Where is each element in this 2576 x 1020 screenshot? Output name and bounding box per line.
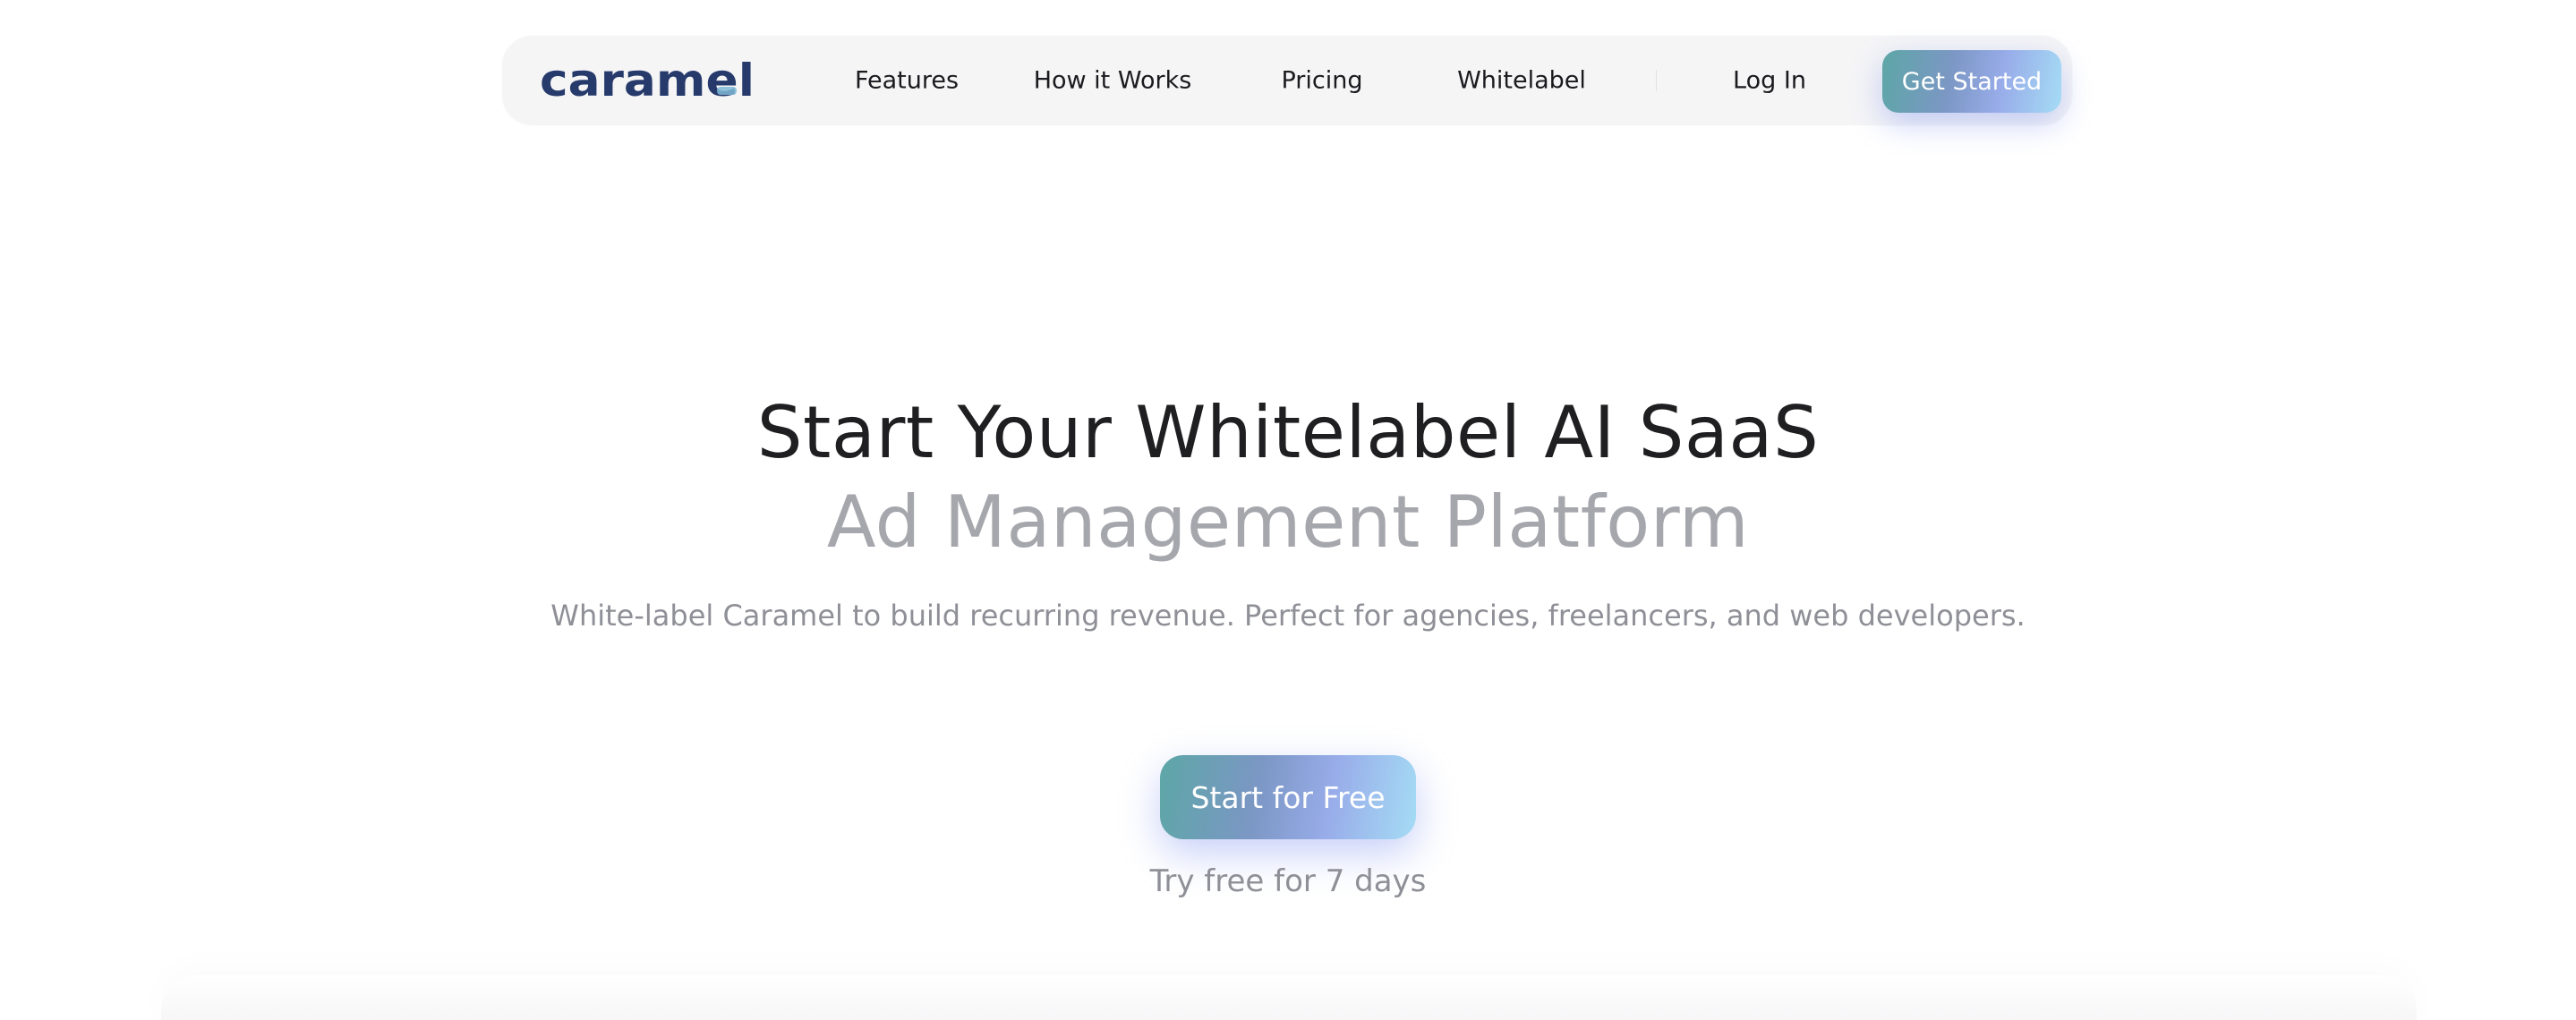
logo-wordmark: caramel [540, 59, 755, 104]
trial-note: Try free for 7 days [1149, 863, 1427, 899]
landing-page: caramel Features How it Works Pricing Wh… [0, 0, 2576, 1020]
nav-link-features[interactable]: Features [855, 67, 959, 95]
nav-link-how-it-works[interactable]: How it Works [1034, 67, 1192, 95]
nav-link-pricing[interactable]: Pricing [1281, 67, 1362, 95]
hero-subtitle: White-label Caramel to build recurring r… [550, 599, 2026, 633]
login-link[interactable]: Log In [1733, 67, 1806, 95]
top-navigation-bar: caramel Features How it Works Pricing Wh… [502, 36, 2072, 125]
hero-title-line-1: Start Your Whitelabel AI SaaS [756, 391, 1820, 474]
logo-accent-mark [717, 87, 737, 95]
caramel-logo[interactable]: caramel [540, 59, 755, 104]
content-preview-edge [161, 975, 2417, 1020]
get-started-button[interactable]: Get Started [1882, 50, 2061, 113]
nav-link-whitelabel[interactable]: Whitelabel [1457, 67, 1586, 95]
start-for-free-button[interactable]: Start for Free [1160, 755, 1416, 839]
hero-title-line-2: Ad Management Platform [826, 480, 1750, 564]
nav-divider [1656, 70, 1657, 91]
